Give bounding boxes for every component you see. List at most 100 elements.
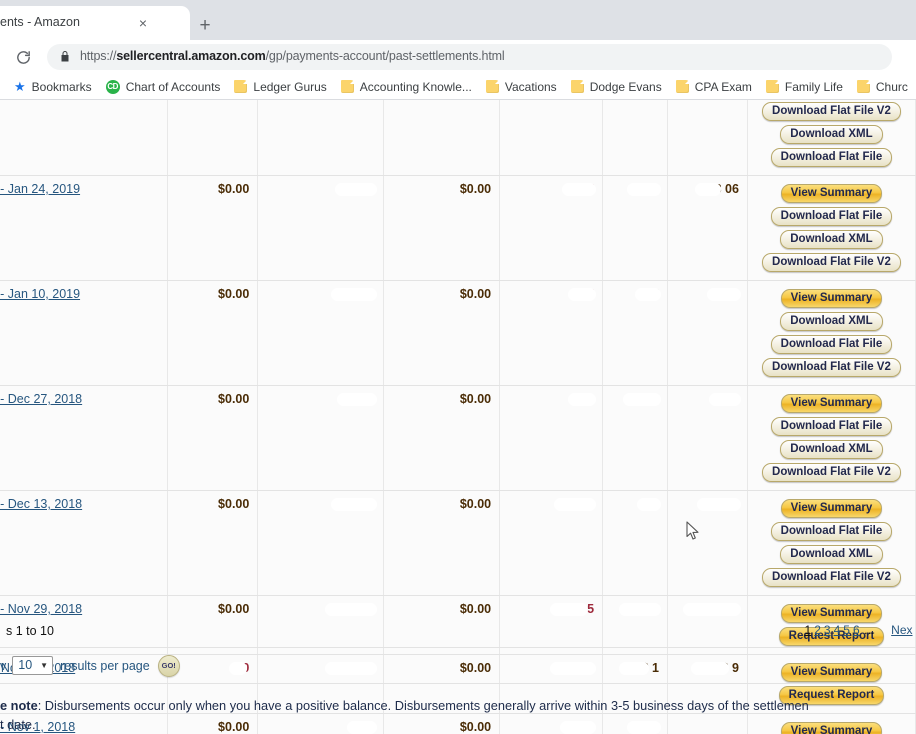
tab-strip: ents - Amazon × + [0,0,916,40]
redaction-overlay [550,603,589,616]
bookmark-item[interactable]: CD Chart of Accounts [105,79,220,94]
cell-other [602,100,668,176]
settlement-date-link[interactable]: 27, 2018 - Jan 10, 2019 [0,287,80,301]
bookmark-item[interactable]: Dodge Evans [570,80,662,94]
note-bold-prefix: e note [0,698,38,713]
view-summary-button[interactable]: View Summary [780,394,883,413]
cell-value: $0.00 [459,287,492,301]
cell-actions: Download Flat File V2 Download XML Downloa… [747,100,916,176]
cell-beginning-balance: $ 1 [257,175,385,281]
page-link-5[interactable]: 5 [843,623,850,637]
download-xml-button[interactable]: Download XML [780,440,883,459]
download-flat-file-button[interactable]: Download Flat File [770,148,893,167]
bookmark-label: Ledger Gurus [253,79,327,94]
settlement-date-link[interactable]: 15, 2018 - Nov 29, 2018 [0,602,82,616]
cell-value: $ [636,497,661,511]
settlement-date-link[interactable]: 13, 2018 - Dec 27, 2018 [0,392,82,406]
redaction-overlay [562,183,597,196]
reload-icon[interactable] [12,46,34,68]
next-page-link[interactable]: Nex [891,623,912,637]
cell-total: $3 06 [667,175,748,281]
view-summary-button[interactable]: View Summary [780,499,883,518]
bookmark-label: Bookmarks [31,79,92,94]
page-content: Download Flat File V2 Download XML Downloa… [0,100,916,734]
redaction-overlay [618,603,661,616]
page-link-2[interactable]: 2 [814,623,821,637]
view-summary-button[interactable]: View Summary [780,184,883,203]
download-xml-button[interactable]: Download XML [780,230,883,249]
redaction-overlay [636,498,661,511]
cell-value: $ [622,392,661,406]
per-page-controls: v 10 ▼ results per page GO! [0,648,916,684]
download-flat-file-v2-button[interactable]: Download Flat File V2 [762,253,901,272]
download-flat-file-button[interactable]: Download Flat File [770,522,893,541]
redaction-overlay [622,393,661,406]
cell-open-orders [383,100,501,176]
table-row: 10, 2019 - Jan 24, 2019 $0.00 $ 1 $0.00 -$5 $… [0,175,916,281]
cell-value: $0.00 [459,392,492,406]
bookmark-item[interactable]: Churc [856,80,908,94]
redaction-overlay [626,183,661,196]
new-tab-icon[interactable]: + [192,12,218,38]
cell-value: $2 [337,392,378,406]
bookmark-item[interactable]: Ledger Gurus [234,79,327,94]
settlement-date-link[interactable]: 10, 2019 - Jan 24, 2019 [0,182,80,196]
close-icon[interactable]: × [134,14,152,32]
bookmark-item[interactable]: Family Life [765,79,843,94]
cell-beginning-balance: $2 [257,385,385,491]
view-summary-button[interactable]: View Summary [780,289,883,308]
download-xml-button[interactable]: Download XML [780,312,883,331]
download-flat-file-button[interactable]: Download Flat File [770,417,893,436]
download-flat-file-button[interactable]: Download Flat File [770,335,893,354]
download-flat-file-v2-button[interactable]: Download Flat File V2 [762,358,901,377]
page-link-4[interactable]: 4 [834,623,841,637]
page-link-1[interactable]: 1 [805,623,812,637]
folder-icon [340,80,354,93]
address-bar[interactable]: https://sellercentral.amazon.com/gp/paym… [47,44,892,70]
cell-previous-balance [167,100,259,176]
browser-tab[interactable]: ents - Amazon × [0,6,190,40]
chart-of-accounts-icon: CD [105,79,120,94]
redaction-overlay [694,183,721,196]
cell-date-range: 10, 2019 - Jan 24, 2019 [0,175,169,281]
redaction-overlay [337,393,378,406]
table-row: 29, 2018 - Dec 13, 2018 $0.00 $0 $0.00 -$1 $ $… [0,490,916,596]
bookmark-label: Family Life [784,79,843,94]
cell-value: $. [626,182,661,196]
cell-value: $5 [634,287,661,301]
cell-closing-balance: -$3 [499,385,604,491]
bookmark-label: Vacations [504,79,557,94]
download-flat-file-v2-button[interactable]: Download Flat File V2 [762,463,901,482]
download-xml-button[interactable]: Download XML [780,125,883,144]
pagination-ellipsis: ... [864,623,875,637]
bookmark-item[interactable]: Vacations [485,79,557,94]
redaction-overlay [331,288,378,301]
cell-value: $0.00 [218,497,250,511]
bookmark-label: Accounting Knowle... [359,79,472,94]
page-link-3[interactable]: 3 [824,623,831,637]
bookmark-item[interactable]: Accounting Knowle... [340,79,472,94]
folder-icon [856,80,870,93]
page-link-6[interactable]: 6 [853,623,860,637]
download-flat-file-v2-button[interactable]: Download Flat File V2 [762,102,901,121]
bookmark-item[interactable]: CPA Exam [675,80,752,94]
cell-date-range: 27, 2018 - Jan 10, 2019 [0,280,169,386]
redaction-overlay [682,603,741,616]
download-flat-file-button[interactable]: Download Flat File [770,207,893,226]
bookmark-item[interactable]: ★ Bookmarks [14,80,92,94]
download-flat-file-v2-button[interactable]: Download Flat File V2 [762,568,901,587]
settlement-date-link[interactable]: 29, 2018 - Dec 13, 2018 [0,497,82,511]
go-button[interactable]: GO! [157,654,180,677]
table-row: 13, 2018 - Dec 27, 2018 $0.00 $2 $0.00 -$3 $ $… [0,385,916,491]
table-row: 27, 2018 - Jan 10, 2019 $0.00 $1 $0.00 -$5 $5… [0,280,916,386]
cell-value: $0.00 [459,602,492,616]
cell-other: $ [602,490,668,596]
download-xml-button[interactable]: Download XML [780,545,883,564]
cell-open-orders: $0.00 [383,280,501,386]
pagination: 1 2 3 4 5 6... Nex [686,623,916,637]
cell-value: $0 [706,287,741,301]
cell-beginning-balance: $0 [257,490,385,596]
results-per-page-select[interactable]: 10 ▼ [12,656,54,675]
cell-other: $5 [602,280,668,386]
star-icon: ★ [14,79,26,94]
